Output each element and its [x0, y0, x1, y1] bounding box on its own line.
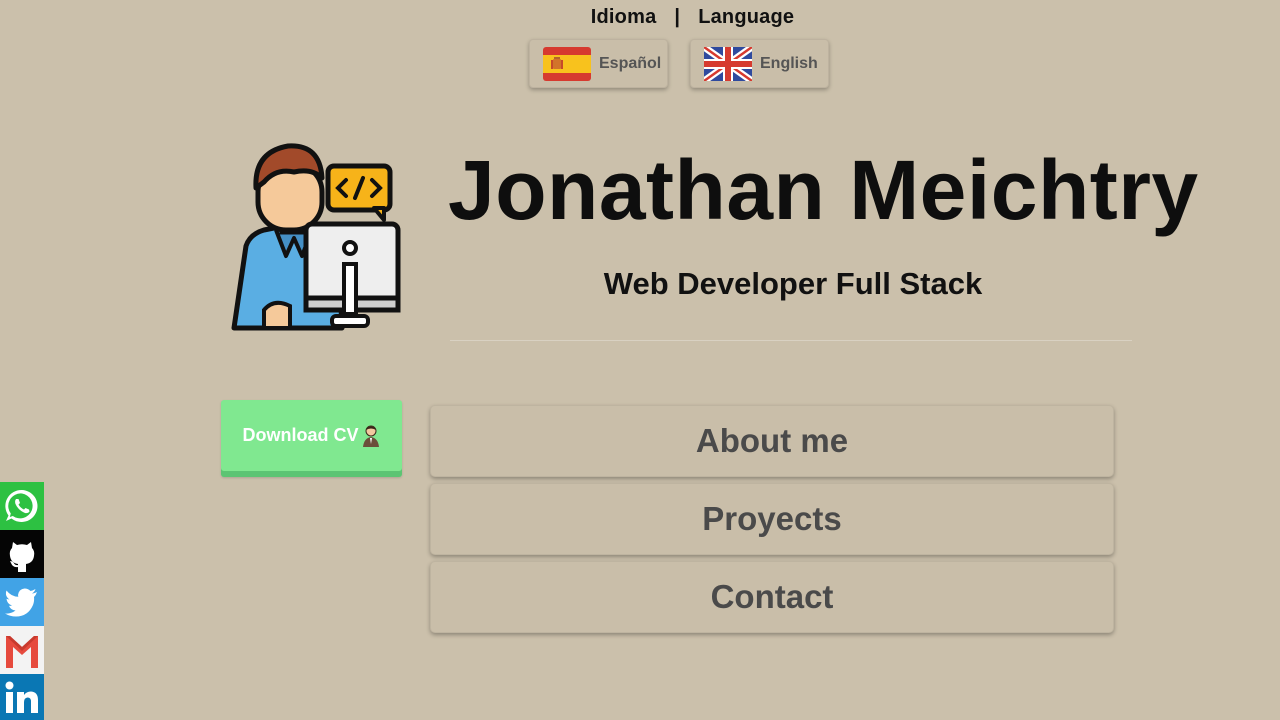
contact-button[interactable]: Contact	[430, 561, 1114, 633]
uk-flag-icon	[704, 46, 752, 81]
language-label: Language	[698, 6, 795, 28]
projects-button[interactable]: Proyects	[430, 483, 1114, 555]
person-icon	[362, 425, 379, 447]
language-separator: |	[674, 6, 681, 28]
gmail-link[interactable]	[0, 626, 44, 674]
download-cv-button[interactable]: Download CV	[221, 400, 402, 477]
hero-divider	[450, 340, 1132, 341]
twitter-link[interactable]	[0, 578, 44, 626]
spanish-language-button[interactable]: Español	[529, 39, 668, 88]
linkedin-icon	[5, 681, 38, 713]
hero-subtitle: Web Developer Full Stack	[603, 266, 983, 301]
download-cv-label: Download CV	[242, 425, 359, 445]
spanish-label: Español	[599, 54, 662, 72]
github-icon	[9, 542, 35, 572]
english-language-button[interactable]: English	[690, 39, 829, 88]
english-label: English	[760, 54, 818, 72]
hero-name: Jonathan Meichtry	[448, 143, 1199, 237]
github-link[interactable]	[0, 530, 44, 578]
idioma-label: Idioma	[590, 6, 657, 28]
about-me-button[interactable]: About me	[430, 405, 1114, 477]
gmail-icon	[6, 636, 38, 668]
twitter-icon	[5, 588, 37, 617]
spain-flag-icon	[543, 46, 591, 81]
language-heading: Idioma | Language	[0, 6, 1280, 29]
linkedin-link[interactable]	[0, 674, 44, 720]
whatsapp-link[interactable]	[0, 482, 44, 530]
developer-at-computer-icon	[231, 143, 401, 331]
whatsapp-icon	[5, 489, 38, 522]
